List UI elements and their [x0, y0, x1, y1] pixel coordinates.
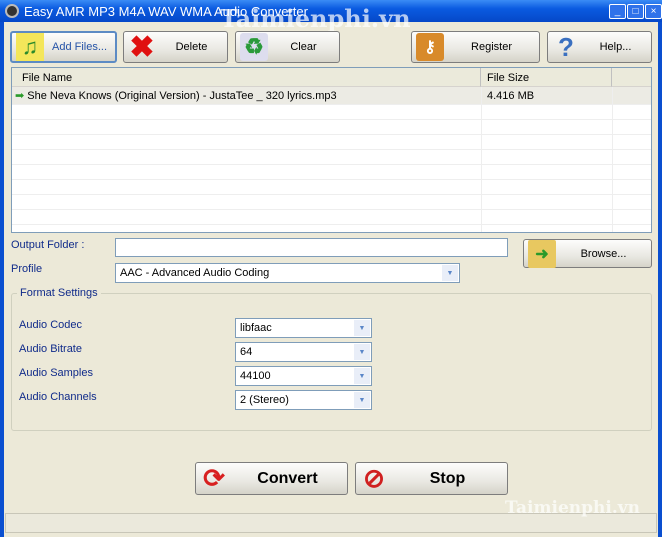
key-icon: ⚷ [416, 33, 444, 61]
delete-x-icon: ✖ [129, 30, 155, 64]
audio-bitrate-label: Audio Bitrate [19, 343, 82, 355]
format-settings-group [11, 293, 652, 431]
window-border [0, 22, 4, 537]
audio-codec-select[interactable]: libfaac ▼ [235, 318, 372, 338]
chevron-down-icon[interactable]: ▼ [354, 368, 370, 384]
music-file-icon: ♫ [16, 33, 44, 61]
column-header-file-name[interactable]: File Name [12, 68, 481, 87]
window-border [658, 22, 662, 537]
clear-button[interactable]: ♻ Clear [235, 31, 340, 63]
chevron-down-icon[interactable]: ▼ [354, 320, 370, 336]
format-settings-title: Format Settings [17, 287, 101, 299]
profile-select[interactable]: AAC - Advanced Audio Coding ▼ [115, 263, 460, 283]
minimize-button[interactable]: _ [609, 4, 626, 19]
arrow-right-icon: ➡ [15, 90, 25, 102]
convert-button[interactable]: ⟳ Convert [195, 462, 348, 495]
stop-button[interactable]: ⊘ Stop [355, 462, 508, 495]
profile-label: Profile [11, 263, 43, 275]
chevron-down-icon[interactable]: ▼ [354, 344, 370, 360]
column-header-blank [612, 68, 651, 87]
register-button[interactable]: ⚷ Register [411, 31, 540, 63]
output-folder-input[interactable] [115, 238, 508, 257]
file-row[interactable]: ➡ She Neva Knows (Original Version) - Ju… [12, 87, 651, 105]
column-header-file-size[interactable]: File Size [481, 68, 612, 87]
maximize-button[interactable]: □ [627, 4, 644, 19]
chevron-down-icon[interactable]: ▼ [442, 265, 458, 281]
output-folder-label: Output Folder : [11, 239, 85, 251]
refresh-arrows-icon: ⟳ [203, 463, 225, 493]
audio-codec-label: Audio Codec [19, 319, 82, 331]
close-button[interactable]: × [645, 4, 662, 19]
file-list[interactable]: File Name File Size ➡ She Neva Knows (Or… [11, 67, 652, 233]
add-files-button[interactable]: ♫ Add Files... [10, 31, 117, 63]
recycle-bin-icon: ♻ [240, 33, 268, 61]
audio-samples-label: Audio Samples [19, 367, 93, 379]
folder-icon: ➜ [528, 239, 556, 268]
audio-channels-select[interactable]: 2 (Stereo) ▼ [235, 390, 372, 410]
chevron-down-icon[interactable]: ▼ [354, 392, 370, 408]
delete-button[interactable]: ✖ Delete [123, 30, 228, 64]
stop-sign-icon: ⊘ [363, 463, 385, 493]
help-question-icon: ? [558, 31, 574, 62]
audio-channels-label: Audio Channels [19, 391, 97, 403]
audio-samples-select[interactable]: 44100 ▼ [235, 366, 372, 386]
browse-button[interactable]: ➜ Browse... [523, 239, 652, 268]
help-button[interactable]: ? Help... [547, 31, 652, 63]
app-icon [5, 4, 19, 18]
audio-bitrate-select[interactable]: 64 ▼ [235, 342, 372, 362]
watermark: Taimienphi.vn [220, 4, 411, 33]
watermark: Taimienphi.vn [505, 498, 640, 518]
